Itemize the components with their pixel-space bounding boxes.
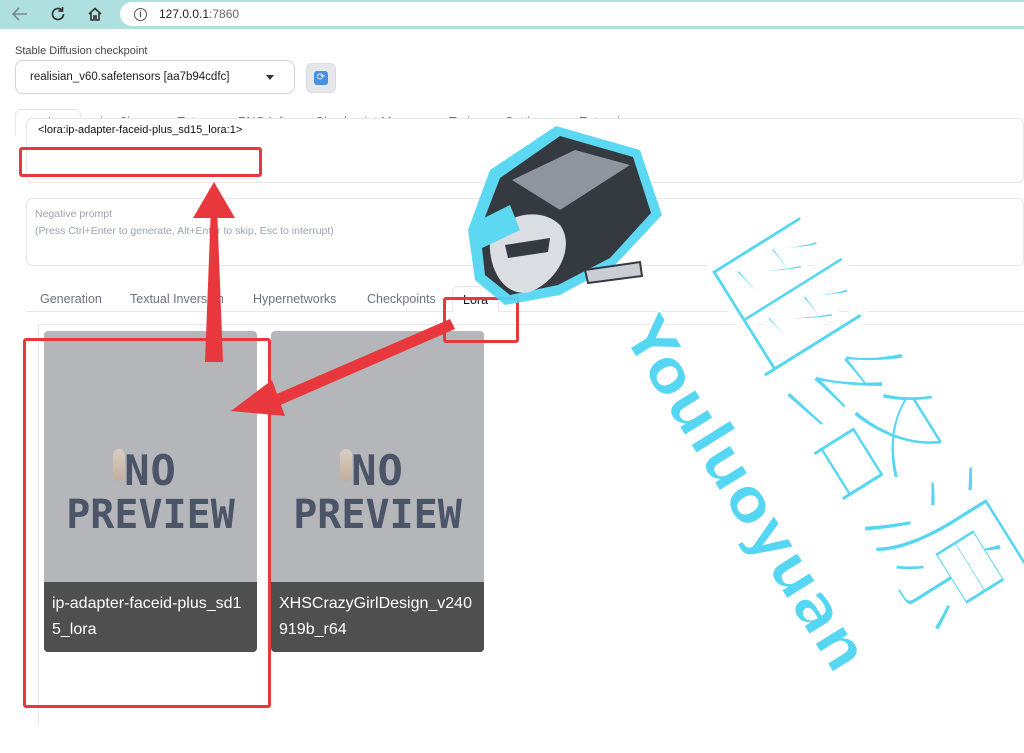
negative-prompt-placeholder: (Press Ctrl+Enter to generate, Alt+Enter… — [35, 225, 334, 237]
tab-hypernetworks[interactable]: Hypernetworks — [253, 286, 336, 312]
url-port: :7860 — [209, 7, 240, 21]
back-arrow-icon[interactable] — [9, 4, 31, 24]
no-preview-text: PREVIEW — [293, 492, 462, 538]
lora-card[interactable]: NO PREVIEW XHSCrazyGirlDesign_v240919b_r… — [271, 331, 484, 652]
extra-networks-tab-bar: Generation Textual Inversion Hypernetwor… — [26, 286, 1024, 312]
annotation-box-lora-tab — [443, 297, 519, 343]
annotation-box-lora-card — [23, 338, 271, 708]
checkpoint-label: Stable Diffusion checkpoint — [15, 45, 148, 57]
no-preview-text: NO — [351, 446, 404, 495]
annotation-box-prompt — [19, 147, 262, 177]
lora-card-name: XHSCrazyGirlDesign_v240919b_r64 — [271, 582, 484, 652]
checkpoint-dropdown[interactable]: realisian_v60.safetensors [aa7b94cdfc] — [15, 60, 295, 94]
home-icon[interactable] — [84, 4, 106, 24]
negative-prompt-label: Negative prompt — [35, 208, 113, 220]
url-host: 127.0.0.1 — [159, 7, 210, 21]
address-bar[interactable]: i 127.0.0.1:7860 — [120, 2, 1024, 26]
tab-checkpoints[interactable]: Checkpoints — [367, 286, 436, 312]
reload-icon[interactable] — [47, 4, 69, 24]
prompt-value: <lora:ip-adapter-faceid-plus_sd15_lora:1… — [38, 124, 243, 136]
site-info-icon[interactable]: i — [134, 7, 147, 21]
tab-generation[interactable]: Generation — [40, 286, 102, 312]
browser-toolbar: i 127.0.0.1:7860 — [0, 0, 1024, 29]
chevron-down-icon — [266, 75, 274, 80]
tab-textual-inversion[interactable]: Textual Inversion — [130, 286, 224, 312]
refresh-icon: ⟳ — [314, 71, 328, 85]
checkpoint-value: realisian_v60.safetensors [aa7b94cdfc] — [30, 71, 230, 83]
refresh-checkpoints-button[interactable]: ⟳ — [306, 63, 336, 93]
